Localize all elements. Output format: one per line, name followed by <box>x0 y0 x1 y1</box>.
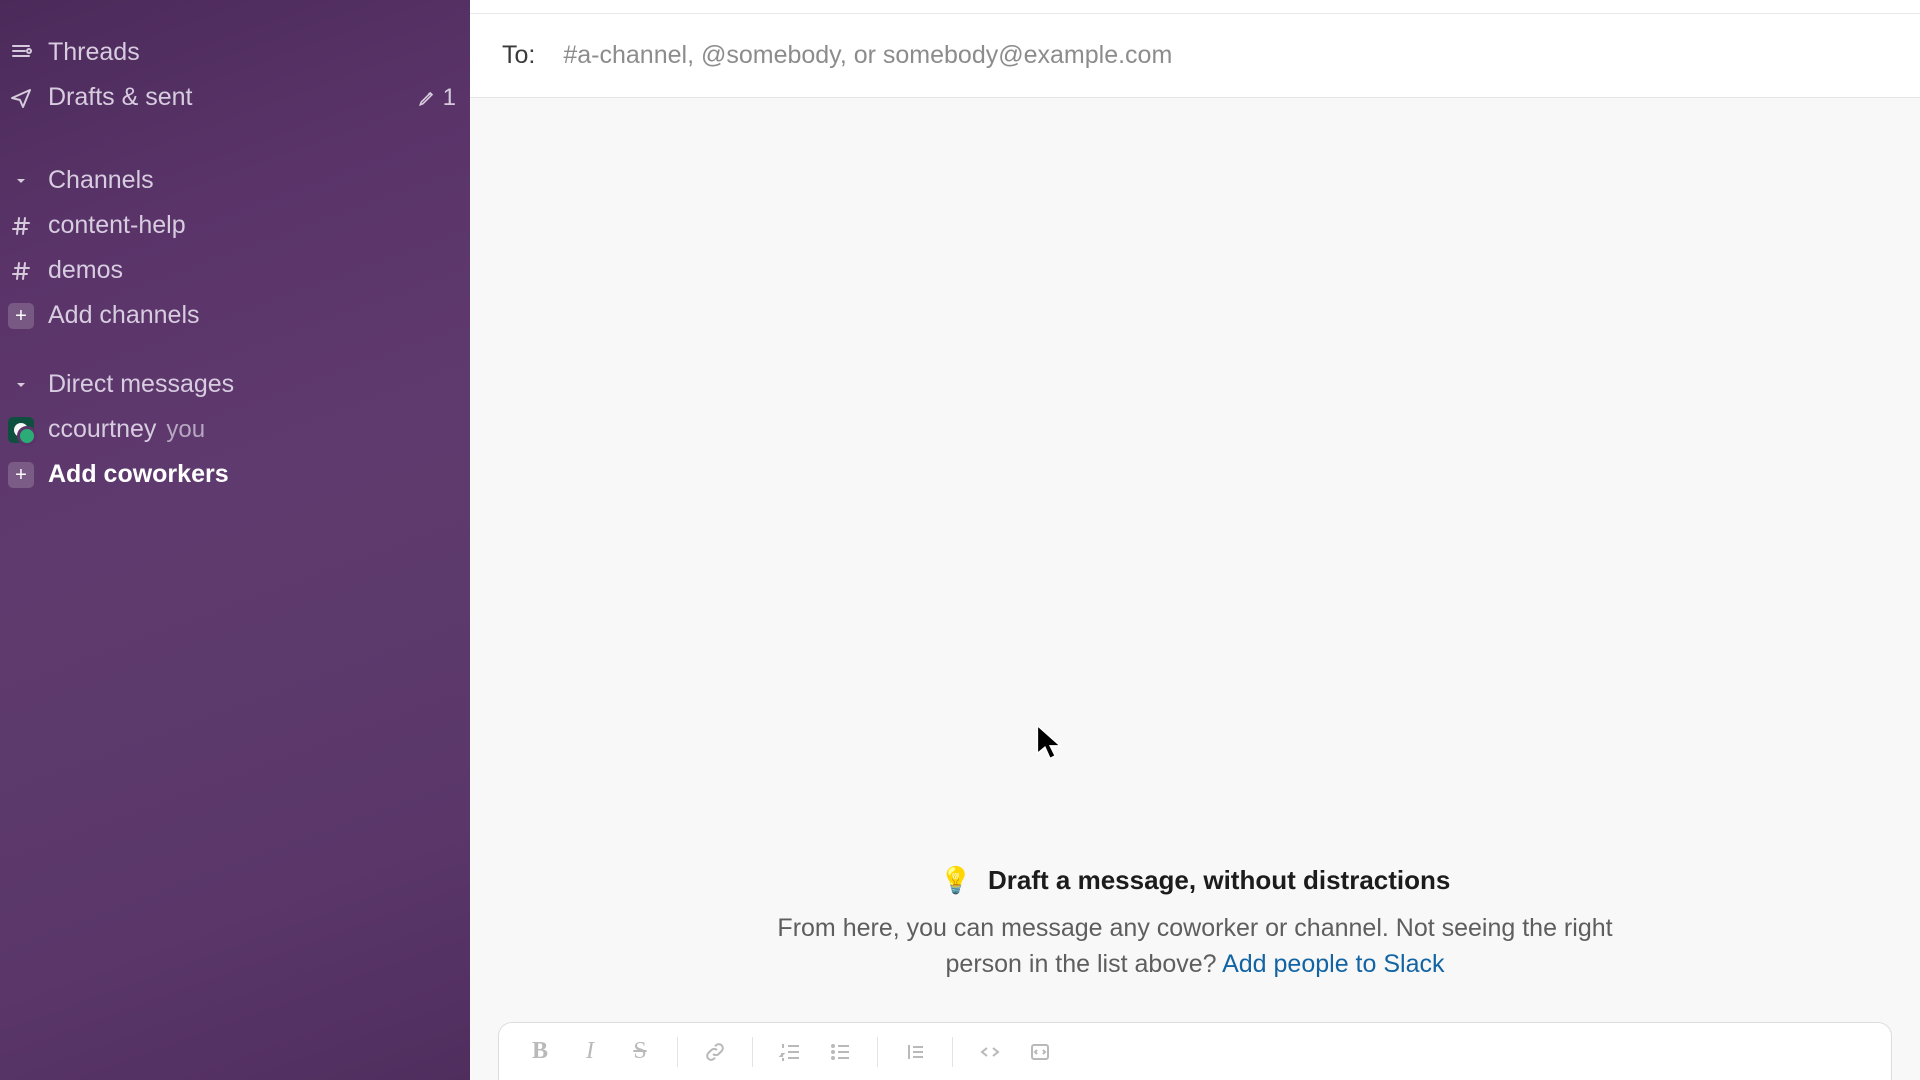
compose-empty-state: 💡 Draft a message, without distractions … <box>755 865 1635 983</box>
caret-down-icon <box>8 377 34 393</box>
format-ordered-list-button[interactable] <box>767 1030 813 1074</box>
to-label: To: <box>502 41 535 70</box>
compose-body-area: 💡 Draft a message, without distractions … <box>470 98 1920 1022</box>
toolbar-separator <box>752 1037 753 1067</box>
channel-label: demos <box>48 258 456 283</box>
you-tag: you <box>166 416 205 443</box>
channel-label: content-help <box>48 213 456 238</box>
format-codeblock-button[interactable] <box>1017 1030 1063 1074</box>
sidebar-add-channels[interactable]: + Add channels <box>0 293 470 338</box>
empty-state-title-row: 💡 Draft a message, without distractions <box>755 865 1635 896</box>
dm-self-name: ccourtney you <box>48 417 456 442</box>
caret-down-icon <box>8 173 34 189</box>
drafts-label: Drafts & sent <box>48 85 403 110</box>
format-bold-button[interactable]: B <box>517 1030 563 1074</box>
lightbulb-icon: 💡 <box>940 865 972 896</box>
empty-state-body: From here, you can message any coworker … <box>755 910 1635 983</box>
sidebar-item-drafts[interactable]: Drafts & sent 1 <box>0 75 470 120</box>
window-top-strip <box>470 0 1920 14</box>
plus-icon: + <box>8 303 34 329</box>
sidebar-channel-content-help[interactable]: content-help <box>0 203 470 248</box>
to-input[interactable] <box>563 41 1880 70</box>
format-link-button[interactable] <box>692 1030 738 1074</box>
format-blockquote-button[interactable] <box>892 1030 938 1074</box>
composer-toolbar: B I S <box>498 1022 1892 1080</box>
sidebar: Threads Drafts & sent 1 Channels content… <box>0 0 470 1080</box>
hash-icon <box>8 214 34 238</box>
sidebar-item-threads[interactable]: Threads <box>0 30 470 75</box>
toolbar-separator <box>877 1037 878 1067</box>
threads-label: Threads <box>48 40 456 65</box>
mouse-cursor-icon <box>1035 723 1065 761</box>
sidebar-section-dms[interactable]: Direct messages <box>0 362 470 407</box>
format-italic-button[interactable]: I <box>567 1030 613 1074</box>
dms-header-label: Direct messages <box>48 372 456 397</box>
empty-state-title: Draft a message, without distractions <box>988 865 1450 896</box>
format-code-button[interactable] <box>967 1030 1013 1074</box>
format-bulleted-list-button[interactable] <box>817 1030 863 1074</box>
format-strike-button[interactable]: S <box>617 1030 663 1074</box>
add-coworkers-label: Add coworkers <box>48 462 456 487</box>
channels-header-label: Channels <box>48 168 456 193</box>
drafts-count-value: 1 <box>443 84 456 112</box>
empty-state-body-text: From here, you can message any coworker … <box>777 914 1612 978</box>
toolbar-separator <box>952 1037 953 1067</box>
drafts-count: 1 <box>417 84 456 112</box>
sidebar-dm-self[interactable]: ccourtney you <box>0 407 470 452</box>
sidebar-section-channels[interactable]: Channels <box>0 158 470 203</box>
avatar <box>8 417 34 443</box>
compose-to-bar: To: <box>470 14 1920 98</box>
dm-self-name-text: ccourtney <box>48 415 156 443</box>
threads-icon <box>8 41 34 65</box>
add-people-link[interactable]: Add people to Slack <box>1222 950 1444 978</box>
compose-view: To: 💡 Draft a message, without distracti… <box>470 0 1920 1080</box>
sidebar-channel-demos[interactable]: demos <box>0 248 470 293</box>
plus-icon: + <box>8 462 34 488</box>
paper-plane-icon <box>8 86 34 110</box>
sidebar-add-coworkers[interactable]: + Add coworkers <box>0 452 470 497</box>
hash-icon <box>8 259 34 283</box>
toolbar-separator <box>677 1037 678 1067</box>
add-channels-label: Add channels <box>48 303 456 328</box>
